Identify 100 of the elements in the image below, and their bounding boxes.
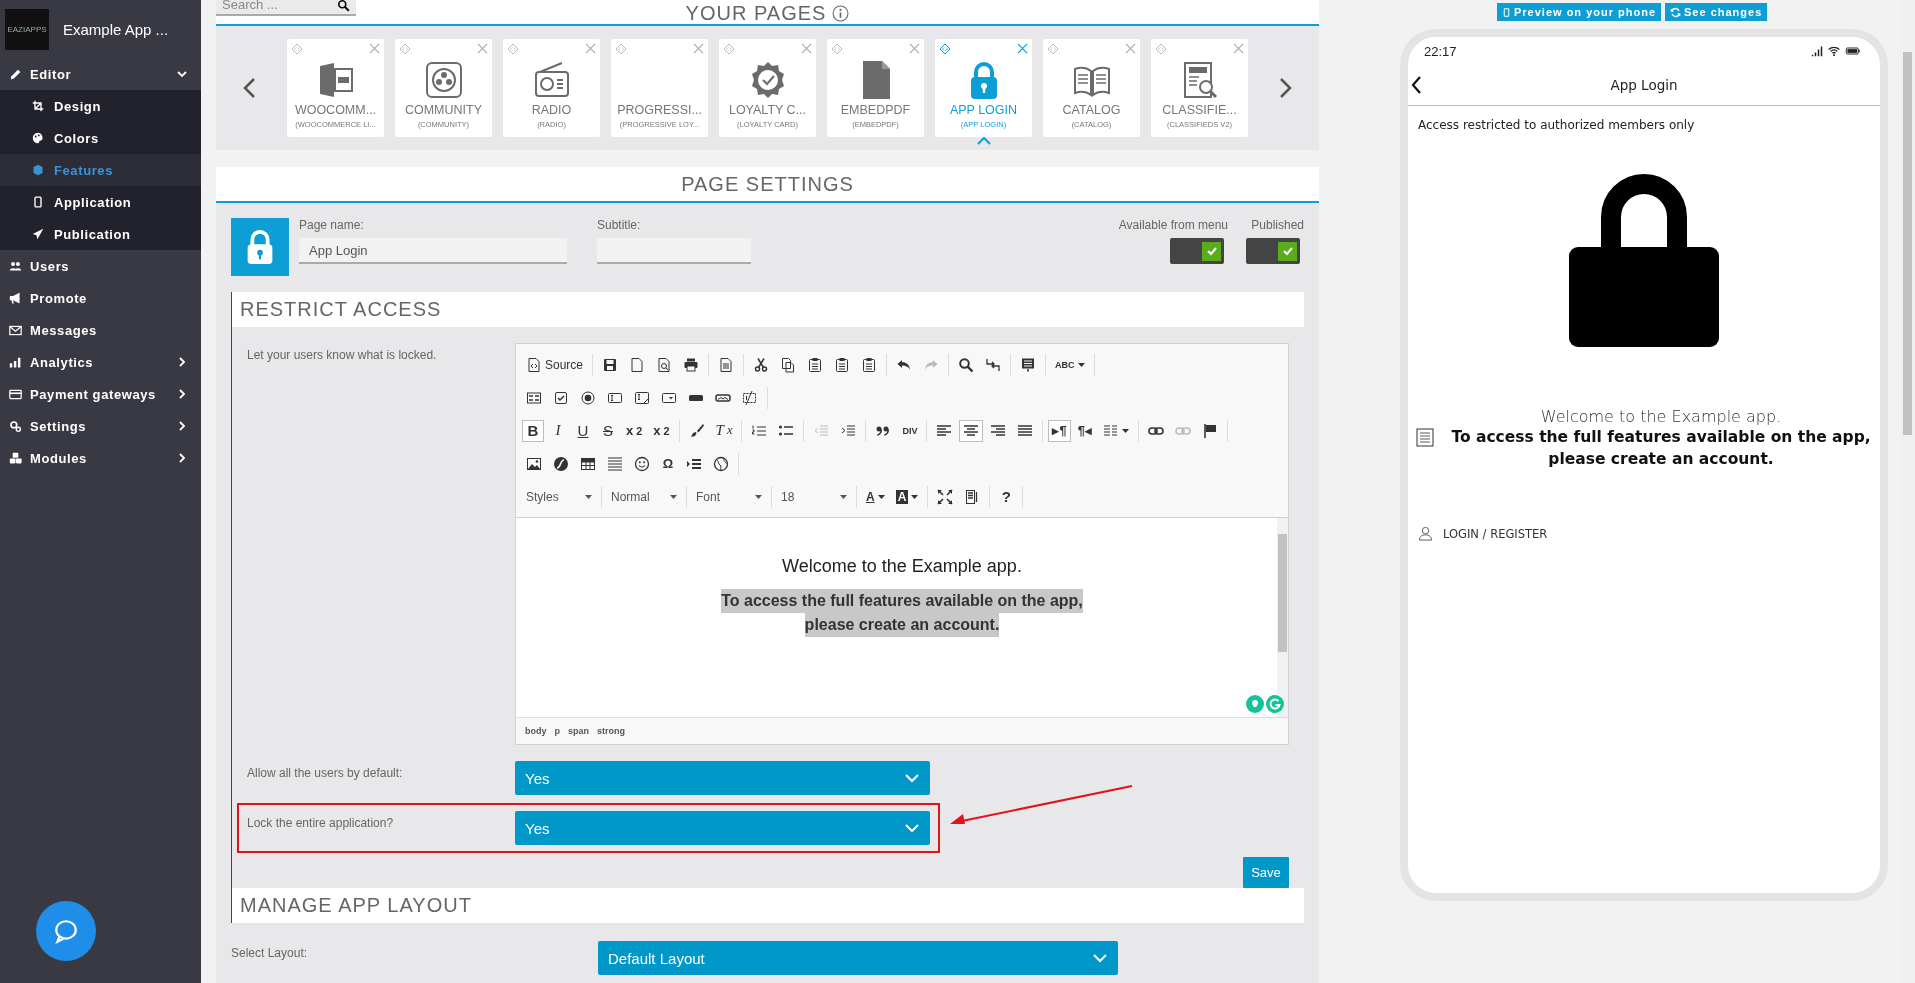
clipboard-icon (834, 356, 851, 373)
toggle-label: Available from menu (1118, 218, 1228, 232)
cube-icon (32, 164, 44, 176)
close-icon (801, 43, 812, 54)
toolbar-button[interactable]: Styles (522, 485, 596, 508)
app-name: Example App ... (63, 20, 169, 38)
sidebar-item[interactable]: Promote (0, 282, 201, 314)
message-text: To access the full features available on the app, please create an account. (1450, 427, 1872, 470)
toolbar-button[interactable]: ¶◂ (1073, 419, 1096, 442)
crop-icon (32, 100, 44, 112)
close-icon (369, 43, 380, 54)
element-path-item[interactable]: body (525, 726, 547, 736)
document-icon (718, 356, 735, 373)
field-label: Allow all the users by default: (247, 765, 404, 782)
toolbar-button[interactable]: DIV (898, 419, 922, 442)
toolbar-button[interactable]: ABC (1051, 353, 1089, 376)
sidebar-item[interactable]: Payment gateways (0, 378, 201, 410)
editor-text: To access the full features available on the app, (721, 589, 1083, 613)
scrollbar-thumb[interactable] (1903, 52, 1912, 435)
field-label: Lock the entire application? (247, 815, 395, 832)
toolbar-button[interactable]: ▸¶ (1048, 419, 1071, 442)
sidebar-item[interactable]: Modules (0, 442, 201, 474)
sidebar-item[interactable]: Settings (0, 410, 201, 442)
align-right-icon (990, 422, 1007, 439)
section-title: PAGE SETTINGS (681, 172, 854, 196)
toolbar-button[interactable]: ? (995, 485, 1018, 508)
toolbar-button[interactable]: A (862, 485, 889, 508)
element-path-item[interactable]: p (554, 726, 560, 736)
chevron-right-icon (1278, 77, 1294, 99)
toolbar-button[interactable]: Source (522, 353, 588, 376)
element-path-item[interactable]: span (568, 726, 589, 736)
scrollbar-thumb[interactable] (1278, 534, 1287, 652)
code-diamond-icon (1155, 43, 1167, 55)
screen-title: App Login (1609, 77, 1679, 93)
sidebar-subitem[interactable]: Colors (0, 122, 201, 154)
page-title: LOYALTY C... (728, 103, 807, 117)
editor-text: please create an account. (804, 613, 1000, 637)
caret-icon (585, 494, 592, 499)
flag-icon (1201, 422, 1218, 439)
speech-bubble-icon (53, 918, 79, 944)
page-name-field[interactable]: App Login (299, 238, 567, 264)
signal-icon (1810, 45, 1824, 57)
brush-icon (688, 422, 705, 439)
toolbar-button[interactable]: Ω (657, 452, 679, 475)
chevron-right-icon (177, 453, 187, 463)
paper-plane-icon (32, 228, 44, 240)
chevron-right-icon (177, 389, 187, 399)
cubes-icon (9, 451, 22, 465)
bulleted-list-icon (778, 422, 795, 439)
section-title: MANAGE APP LAYOUT (240, 894, 472, 917)
code-diamond-icon (939, 43, 951, 55)
toolbar-button[interactable]: Font (692, 485, 766, 508)
search-field[interactable]: Search ... (216, 0, 356, 16)
chevron-right-icon (177, 357, 187, 367)
subtitle-field[interactable] (597, 238, 751, 264)
toolbar-button[interactable]: B (522, 419, 544, 442)
rich-text-editor[interactable] (515, 343, 1289, 745)
toolbar-button[interactable]: U (572, 419, 594, 442)
scissors-icon (753, 356, 770, 373)
table-icon (580, 455, 596, 472)
text-area-icon (634, 389, 650, 406)
notice-text: Access restricted to authorized members only (1417, 117, 1696, 132)
chevron-right-icon (177, 421, 187, 431)
community-icon (423, 60, 464, 100)
caret-icon (877, 494, 885, 499)
app-logo: EAZIAPPS (5, 8, 49, 50)
globe-icon (713, 455, 729, 472)
toolbar-button[interactable]: A (891, 485, 923, 508)
toggle-label: Published (1251, 218, 1304, 232)
sidebar-item[interactable]: Users (0, 250, 201, 282)
editor-heading: Welcome to the Example app. (782, 556, 1022, 577)
sidebar-subitem[interactable]: Design (0, 90, 201, 122)
gears-icon (9, 419, 22, 433)
sidebar-subitem[interactable]: Features (0, 154, 201, 186)
people-icon (9, 259, 22, 273)
toolbar-button[interactable]: 18 (777, 485, 851, 508)
menu-item[interactable]: LOGIN / REGISTER (1408, 526, 1880, 541)
close-icon (1233, 43, 1244, 54)
toolbar-button[interactable]: I (547, 419, 569, 442)
image-icon (526, 455, 542, 472)
sidebar-item[interactable]: Analytics (0, 346, 201, 378)
select-all-icon (1020, 356, 1037, 373)
toolbar-button[interactable] (959, 419, 984, 442)
toolbar-button[interactable]: Normal (607, 485, 681, 508)
sidebar-subitem[interactable]: Publication (0, 218, 201, 250)
envelope-icon (9, 323, 22, 337)
toggle-switch[interactable] (1246, 238, 1300, 264)
element-path-item[interactable]: strong (597, 726, 625, 736)
toggle-switch[interactable] (1170, 238, 1224, 264)
sidebar-item[interactable]: Editor (0, 58, 201, 90)
sidebar-item[interactable]: Messages (0, 314, 201, 346)
close-icon (585, 43, 596, 54)
swap-arrows-icon (985, 356, 1002, 373)
sidebar-subitem[interactable]: Application (0, 186, 201, 218)
toolbar-button[interactable]: S (597, 419, 619, 442)
code-diamond-icon (399, 43, 411, 55)
field-label: Subtitle: (597, 218, 642, 232)
caret-icon (1121, 428, 1129, 433)
megaphone-icon (9, 291, 22, 305)
checkbox-icon (553, 389, 569, 406)
